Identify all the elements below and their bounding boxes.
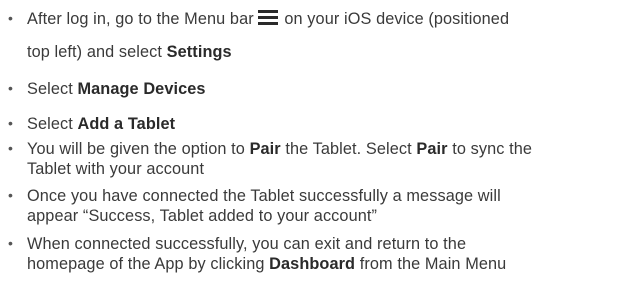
step-6-text: When connected successfully, you can exi… [27, 234, 625, 274]
step-1-line-2: top left) and select Settings [27, 42, 625, 62]
step-6-text-c: from the Main Menu [359, 255, 507, 273]
step-5-text: Once you have connected the Tablet succe… [27, 186, 625, 226]
step-4-text: You will be given the option to Pair the… [27, 139, 625, 179]
step-3-prefix: Select [27, 115, 73, 133]
step-1-text: After log in, go to the Menu bar on your… [27, 9, 625, 62]
step-4-text-a: You will be given the option to [27, 140, 245, 158]
step-4-text-b: the Tablet. Select [285, 140, 412, 158]
step-5-text-b: appear “Success, Tablet added to your ac… [27, 207, 378, 225]
step-1-text-a: After log in, go to the Menu bar [27, 10, 254, 28]
step-4-line-1: You will be given the option to Pair the… [27, 139, 625, 159]
step-2-prefix: Select [27, 80, 73, 98]
step-1-line-1: After log in, go to the Menu bar on your… [27, 9, 625, 29]
step-3-text: Select Add a Tablet [27, 114, 625, 134]
step-4-text-c: to sync the [452, 140, 533, 158]
step-5-line-1: Once you have connected the Tablet succe… [27, 186, 625, 206]
manage-devices-label: Manage Devices [77, 80, 206, 98]
step-2-text: Select Manage Devices [27, 79, 625, 99]
step-5-text-a: Once you have connected the Tablet succe… [27, 187, 501, 205]
bullet: • [8, 235, 14, 251]
pair-label-1: Pair [249, 140, 281, 158]
settings-label: Settings [166, 43, 232, 61]
add-a-tablet-label: Add a Tablet [77, 115, 176, 133]
bullet: • [8, 80, 14, 96]
instruction-list: • After log in, go to the Menu bar on yo… [0, 0, 628, 281]
dashboard-label: Dashboard [269, 255, 356, 273]
bullet: • [8, 115, 14, 131]
bullet: • [8, 187, 14, 203]
step-2-line-1: Select Manage Devices [27, 79, 625, 99]
step-6-line-2: homepage of the App by clicking Dashboar… [27, 254, 625, 274]
step-6-text-a: When connected successfully, you can exi… [27, 235, 467, 253]
step-1-text-b: on your iOS device (positioned [284, 10, 510, 28]
step-4-line-2: Tablet with your account [27, 159, 625, 179]
step-1-text-c: top left) and select [27, 43, 163, 61]
step-6-line-1: When connected successfully, you can exi… [27, 234, 625, 254]
step-5-line-2: appear “Success, Tablet added to your ac… [27, 206, 625, 226]
bullet: • [8, 10, 14, 26]
step-3-line-1: Select Add a Tablet [27, 114, 625, 134]
hamburger-menu-icon [257, 10, 278, 25]
bullet: • [8, 140, 14, 156]
pair-label-2: Pair [416, 140, 448, 158]
step-6-text-b: homepage of the App by clicking [27, 255, 265, 273]
step-4-text-d: Tablet with your account [27, 160, 205, 178]
